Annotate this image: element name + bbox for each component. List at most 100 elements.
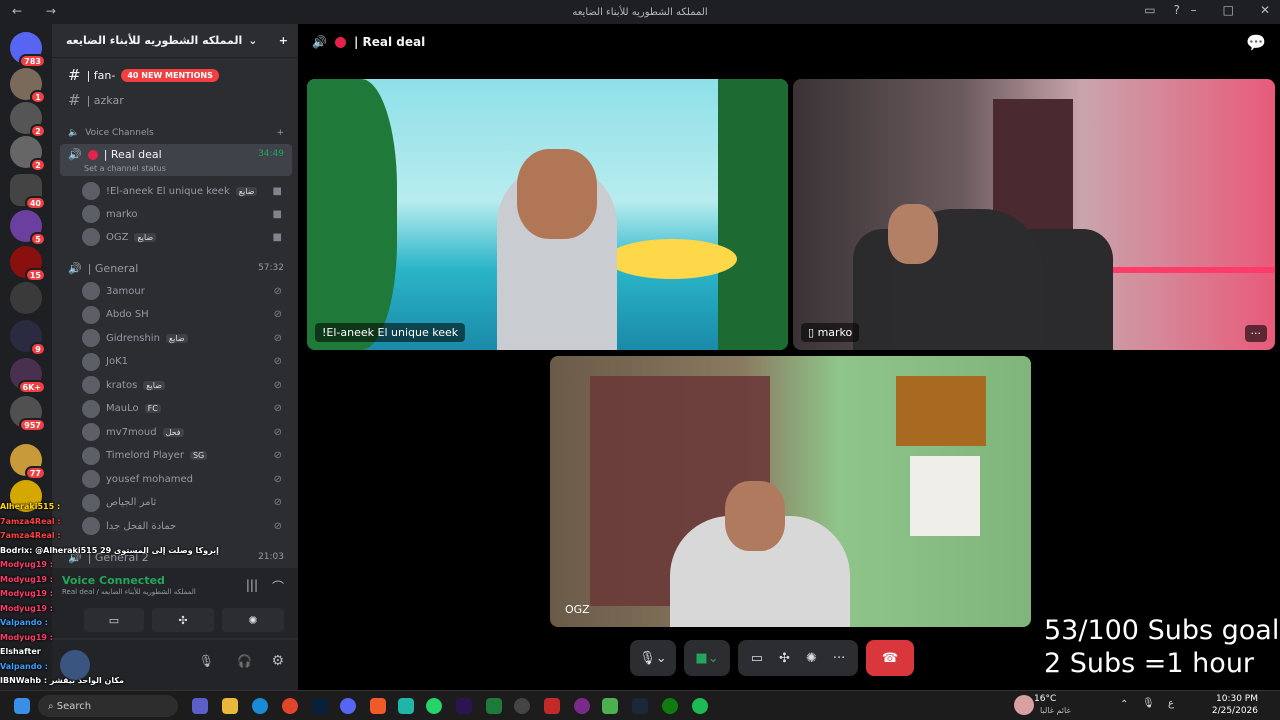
mentions-badge[interactable]: 40 NEW MENTIONS [121,68,219,82]
language-indicator[interactable]: ع [1168,698,1174,709]
camera-icon: ■ [272,208,282,220]
voice-user[interactable]: yousef mohamed ⊘ [82,469,292,489]
server-icon[interactable]: 6K+ [10,358,46,394]
channel-status[interactable]: Set a channel status [84,164,166,173]
voice-user[interactable]: mv7moud فحل ⊘ [82,422,292,442]
spotify-icon[interactable] [692,698,708,714]
app-icon[interactable] [398,698,414,714]
voice-user[interactable]: OGZ ضايع ■ [82,227,292,247]
deafened-icon: ⊘ [273,379,282,391]
edge-icon[interactable] [252,698,268,714]
camera-icon: ■ [272,231,282,243]
server-icon[interactable]: 1 [10,68,46,104]
weather-desc: غائم غالبا [1040,706,1071,715]
guild-header[interactable]: المملكه الشطوريه للأبناء الضايعه ⌄ + [52,24,298,58]
hang-up-button[interactable]: ☎ [866,640,914,676]
disconnect-icon[interactable]: ⌒ [272,578,284,595]
add-channel-icon[interactable]: + [276,128,284,138]
teams-icon[interactable] [192,698,208,714]
badge: 783 [19,54,46,68]
user-tag: فحل [162,427,184,437]
voice-user[interactable]: marko ■ [82,204,292,224]
server-icon[interactable]: 2 [10,102,46,138]
app-icon[interactable] [544,698,560,714]
voice-channel-general[interactable]: 🔊 | General 57:32 [60,257,292,279]
voice-user[interactable]: JoK1 ⊘ [82,352,292,372]
obs-icon[interactable] [514,698,530,714]
inbox-icon[interactable]: ▭ [1144,3,1155,17]
video-tile-el-aneek[interactable]: !El-aneek El unique keek [307,79,788,350]
taskbar: ⌕ Search 16°C غائم غالبا ⌃ 🎙 ع 10:30 PM … [0,690,1280,720]
more-icon[interactable]: ··· [833,651,845,666]
server-icon[interactable]: 77 [10,444,46,480]
chat-message: 7amza4Real : [0,531,61,540]
maximize-button[interactable]: □ [1223,3,1234,17]
chat-bubble-icon[interactable]: 💬 [1246,33,1266,52]
nav-arrows-icon[interactable]: ← → [12,4,66,18]
voice-user[interactable]: 3amour ⊘ [82,281,292,301]
more-options-icon[interactable]: ··· [1244,325,1267,342]
gear-icon[interactable]: ⚙ [271,653,284,669]
mute-button[interactable]: 🎙⌄ [630,640,676,676]
add-user-icon[interactable]: + [279,34,288,47]
video-tile-marko[interactable]: ▯ marko ··· [793,79,1275,350]
screen-share-icon[interactable]: ▭ [751,651,763,666]
whatsapp-icon[interactable] [426,698,442,714]
voice-user[interactable]: kratos ضايع ⊘ [82,375,292,395]
server-icon[interactable]: 9 [10,320,46,356]
chrome-icon[interactable] [282,698,298,714]
brave-icon[interactable] [370,698,386,714]
voice-user[interactable]: MauLo FC ⊘ [82,399,292,419]
channel-azkar[interactable]: # | azkar [60,89,292,111]
subs-goal-overlay: 53/100 Subs goal 2 Subs =1 hour [1044,614,1279,680]
badge: 40 [24,196,46,210]
xbox-icon[interactable] [662,698,678,714]
voice-category[interactable]: 🔈 Voice Channels + [60,122,292,144]
close-button[interactable]: ✕ [1260,3,1270,17]
app-icon[interactable] [574,698,590,714]
minimize-button[interactable]: – [1191,3,1197,17]
microphone-icon[interactable]: 🎙 [1142,698,1155,709]
clock-time[interactable]: 10:30 PM [1208,694,1258,704]
help-icon[interactable]: ? [1174,3,1180,17]
windows-icon[interactable] [14,698,30,714]
window-title: المملكه الشطوريه للأبناء الضايعه [572,6,708,18]
deafened-icon: ⊘ [273,356,282,367]
server-icon[interactable]: 15 [10,246,46,282]
voice-user[interactable]: !El-aneek El unique keek ضايع ■ [82,181,292,201]
minecraft-icon[interactable] [602,698,618,714]
weather-icon[interactable] [1014,695,1034,715]
chat-message: Modyug19 : [0,603,53,613]
channel-label: | Real deal [103,148,162,161]
voice-user[interactable]: Abdo SH ⊘ [82,305,292,325]
channel-fan[interactable]: # | fan- 40 NEW MENTIONS [60,64,292,86]
chat-message: IBNWahb : مكان الواحد بيقشر [0,676,124,685]
soundboard-icon[interactable]: ✺ [806,651,817,666]
server-icon[interactable]: 40 [10,174,46,210]
chevron-up-icon[interactable]: ⌃ [1120,699,1128,710]
server-icon[interactable] [10,282,42,314]
voice-user[interactable]: Gidrenshin ضايع ⊘ [82,328,292,348]
video-tile-ogz[interactable]: OGZ [550,356,1031,627]
app-icon[interactable] [486,698,502,714]
file-explorer-icon[interactable] [222,698,238,714]
voice-channel-real-deal[interactable]: 🔊 | Real deal 34:49 Set a channel status [60,144,292,176]
steam-icon[interactable] [632,698,648,714]
server-icon[interactable]: 957 [10,396,46,432]
activities-icon[interactable]: ✣ [779,651,790,666]
search-box[interactable]: ⌕ Search [38,695,178,717]
photoshop-icon[interactable] [312,698,328,714]
clock-date[interactable]: 2/25/2026 [1208,706,1258,716]
badge: 9 [30,342,46,356]
home-icon[interactable]: 783 [10,32,46,68]
chat-message: Elshafter [0,647,41,656]
voice-user[interactable]: Timelord Player SG ⊘ [82,446,292,466]
premiere-icon[interactable] [456,698,472,714]
tile-label-wrap: ▯ marko [801,323,860,342]
camera-button[interactable]: ■⌄ [684,640,730,676]
server-icon[interactable]: 5 [10,210,46,246]
discord-icon[interactable] [340,698,356,714]
avatar [82,305,100,324]
server-icon[interactable]: 2 [10,136,46,172]
noise-suppression-icon[interactable]: ||| [246,578,258,592]
